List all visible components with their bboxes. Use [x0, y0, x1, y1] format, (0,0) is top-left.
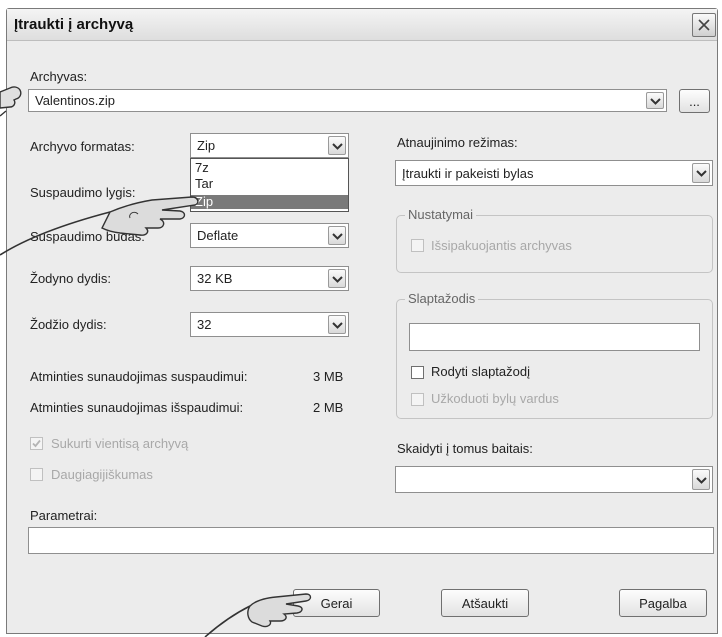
- pointer-hands-overlay: [0, 86, 312, 637]
- pointing-hand-icon: [0, 196, 199, 256]
- pointing-hand-icon: [204, 593, 312, 637]
- pointing-hand-icon: [0, 86, 22, 117]
